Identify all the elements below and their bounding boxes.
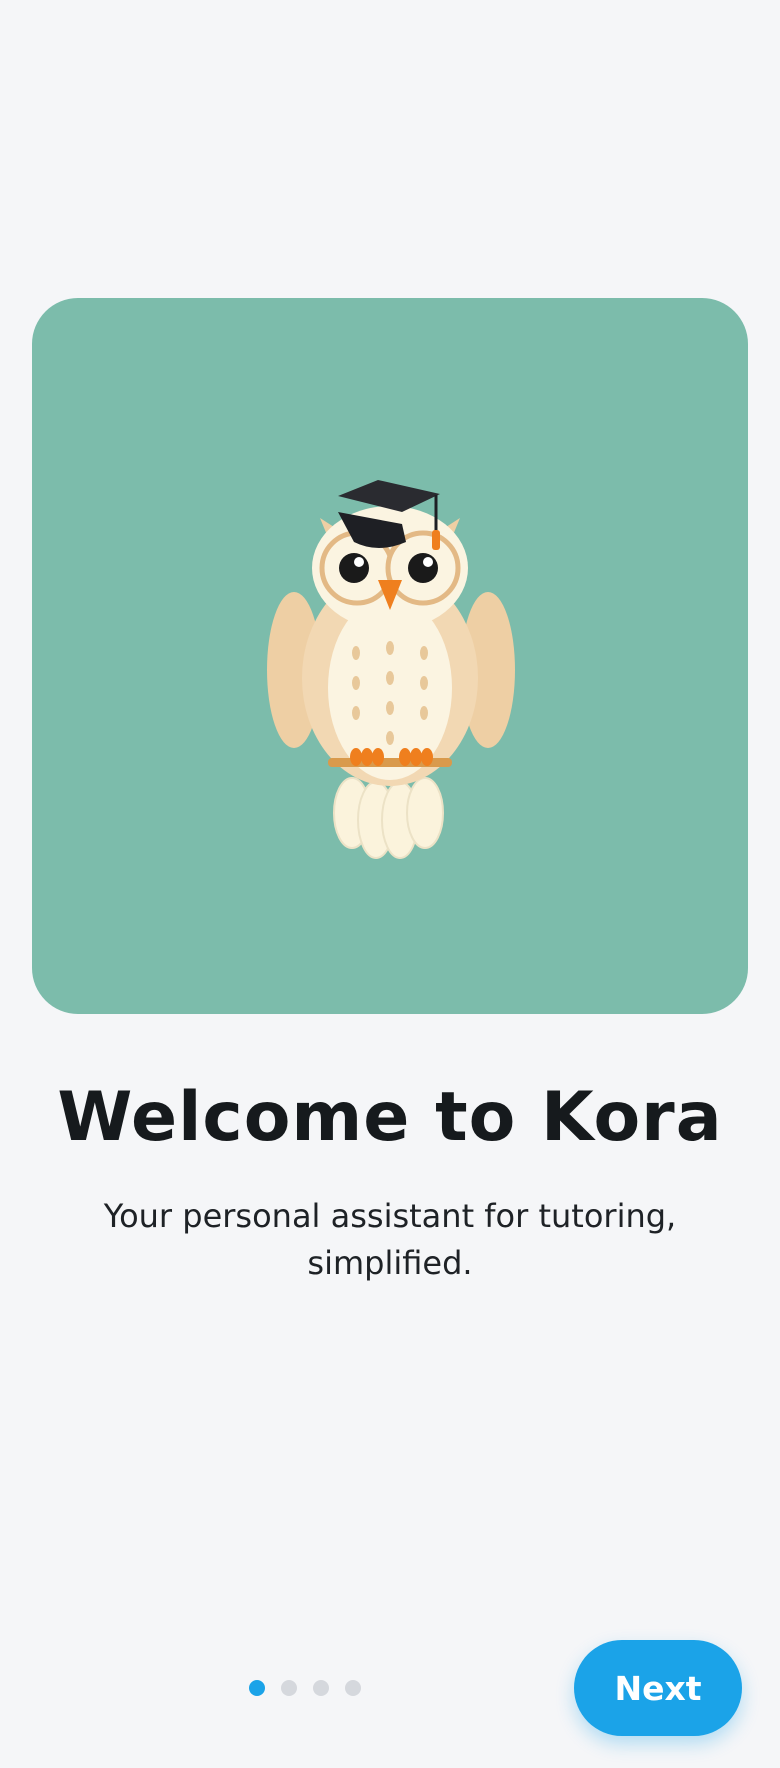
hero-card	[32, 298, 748, 1014]
page-indicator	[249, 1680, 361, 1696]
page-dot-2[interactable]	[281, 1680, 297, 1696]
welcome-subtitle: Your personal assistant for tutoring, si…	[103, 1197, 677, 1282]
welcome-title: Welcome to Kora	[57, 1078, 723, 1157]
next-button[interactable]: Next	[574, 1640, 742, 1736]
page-dot-1[interactable]	[249, 1680, 265, 1696]
page-dot-4[interactable]	[345, 1680, 361, 1696]
owl-graduate-illustration	[267, 480, 515, 859]
page-dot-3[interactable]	[313, 1680, 329, 1696]
